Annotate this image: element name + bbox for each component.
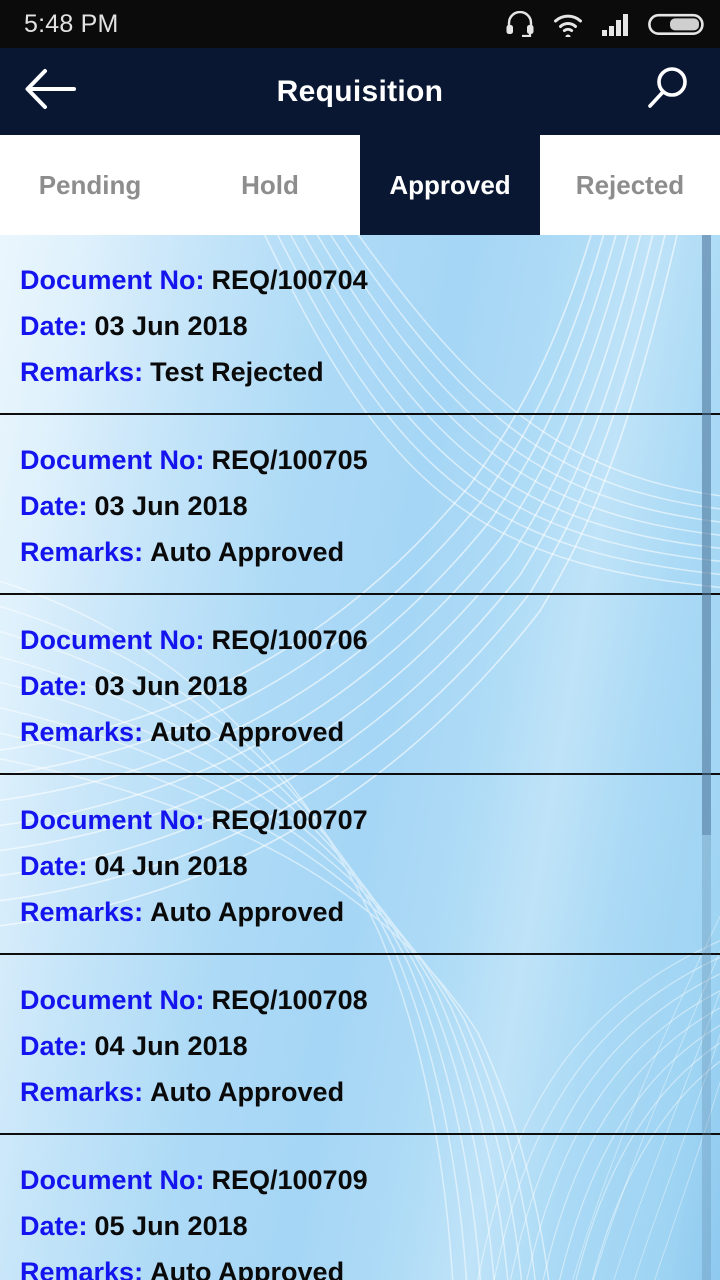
wifi-icon: [552, 11, 584, 37]
remarks-value: Auto Approved: [150, 1257, 345, 1280]
list-item[interactable]: Document No: REQ/100706 Date: 03 Jun 2018 …: [0, 595, 720, 775]
document-no-label: Document No:: [20, 1165, 205, 1195]
document-no-row: Document No: REQ/100707: [20, 797, 720, 843]
document-no-label: Document No:: [20, 985, 205, 1015]
document-no-value: REQ/100705: [211, 445, 368, 475]
list-scroll-container[interactable]: Document No: REQ/100704 Date: 03 Jun 2018 …: [0, 235, 720, 1280]
date-value: 03 Jun 2018: [94, 671, 248, 701]
remarks-row: Remarks: Test Rejected: [20, 349, 720, 395]
document-no-row: Document No: REQ/100709: [20, 1157, 720, 1203]
list-item[interactable]: Document No: REQ/100707 Date: 04 Jun 2018 …: [0, 775, 720, 955]
list-item[interactable]: Document No: REQ/100709 Date: 05 Jun 2018 …: [0, 1135, 720, 1280]
tab-approved[interactable]: Approved: [360, 135, 540, 235]
remarks-label: Remarks:: [20, 537, 144, 567]
app-bar: Requisition: [0, 48, 720, 135]
search-icon: [641, 63, 693, 120]
document-no-label: Document No:: [20, 265, 205, 295]
tab-rejected[interactable]: Rejected: [540, 135, 720, 235]
date-value: 04 Jun 2018: [94, 851, 248, 881]
document-no-row: Document No: REQ/100708: [20, 977, 720, 1023]
status-bar-icons: [505, 11, 704, 37]
date-value: 05 Jun 2018: [94, 1211, 248, 1241]
remarks-row: Remarks: Auto Approved: [20, 889, 720, 935]
arrow-left-icon: [22, 65, 84, 118]
status-bar: 5:48 PM: [0, 0, 720, 48]
remarks-value: Auto Approved: [150, 717, 345, 747]
list-item[interactable]: Document No: REQ/100704 Date: 03 Jun 2018 …: [0, 235, 720, 415]
requisition-list: Document No: REQ/100704 Date: 03 Jun 2018 …: [0, 235, 720, 1280]
date-label: Date:: [20, 491, 88, 521]
document-no-label: Document No:: [20, 805, 205, 835]
remarks-row: Remarks: Auto Approved: [20, 1069, 720, 1115]
document-no-value: REQ/100707: [211, 805, 368, 835]
date-row: Date: 03 Jun 2018: [20, 483, 720, 529]
document-no-value: REQ/100706: [211, 625, 368, 655]
tab-hold[interactable]: Hold: [180, 135, 360, 235]
list-item[interactable]: Document No: REQ/100705 Date: 03 Jun 2018 …: [0, 415, 720, 595]
date-row: Date: 03 Jun 2018: [20, 303, 720, 349]
app-root: 5:48 PM Requisition Pending Hold Approve…: [0, 0, 720, 1280]
document-no-label: Document No:: [20, 445, 205, 475]
date-label: Date:: [20, 311, 88, 341]
battery-icon: [648, 12, 704, 37]
remarks-value: Auto Approved: [150, 537, 345, 567]
cellular-signal-icon: [601, 12, 631, 37]
page-title: Requisition: [276, 74, 444, 108]
status-bar-time: 5:48 PM: [24, 9, 119, 38]
remarks-value: Auto Approved: [150, 1077, 345, 1107]
date-row: Date: 04 Jun 2018: [20, 1023, 720, 1069]
date-row: Date: 04 Jun 2018: [20, 843, 720, 889]
headset-icon: [505, 11, 535, 37]
date-row: Date: 05 Jun 2018: [20, 1203, 720, 1249]
document-no-label: Document No:: [20, 625, 205, 655]
document-no-value: REQ/100704: [211, 265, 368, 295]
document-no-row: Document No: REQ/100705: [20, 437, 720, 483]
remarks-label: Remarks:: [20, 897, 144, 927]
document-no-value: REQ/100709: [211, 1165, 368, 1195]
remarks-row: Remarks: Auto Approved: [20, 529, 720, 575]
document-no-row: Document No: REQ/100706: [20, 617, 720, 663]
remarks-label: Remarks:: [20, 717, 144, 747]
date-row: Date: 03 Jun 2018: [20, 663, 720, 709]
date-value: 04 Jun 2018: [94, 1031, 248, 1061]
search-button[interactable]: [636, 61, 698, 123]
remarks-value: Auto Approved: [150, 897, 345, 927]
remarks-label: Remarks:: [20, 357, 144, 387]
date-label: Date:: [20, 1211, 88, 1241]
remarks-label: Remarks:: [20, 1077, 144, 1107]
date-label: Date:: [20, 671, 88, 701]
list-item[interactable]: Document No: REQ/100708 Date: 04 Jun 2018 …: [0, 955, 720, 1135]
back-button[interactable]: [22, 61, 84, 123]
document-no-row: Document No: REQ/100704: [20, 257, 720, 303]
date-value: 03 Jun 2018: [94, 311, 248, 341]
date-label: Date:: [20, 1031, 88, 1061]
remarks-value: Test Rejected: [150, 357, 324, 387]
tab-pending[interactable]: Pending: [0, 135, 180, 235]
remarks-row: Remarks: Auto Approved: [20, 1249, 720, 1280]
remarks-row: Remarks: Auto Approved: [20, 709, 720, 755]
remarks-label: Remarks:: [20, 1257, 144, 1280]
date-label: Date:: [20, 851, 88, 881]
tab-bar: Pending Hold Approved Rejected: [0, 135, 720, 235]
document-no-value: REQ/100708: [211, 985, 368, 1015]
date-value: 03 Jun 2018: [94, 491, 248, 521]
